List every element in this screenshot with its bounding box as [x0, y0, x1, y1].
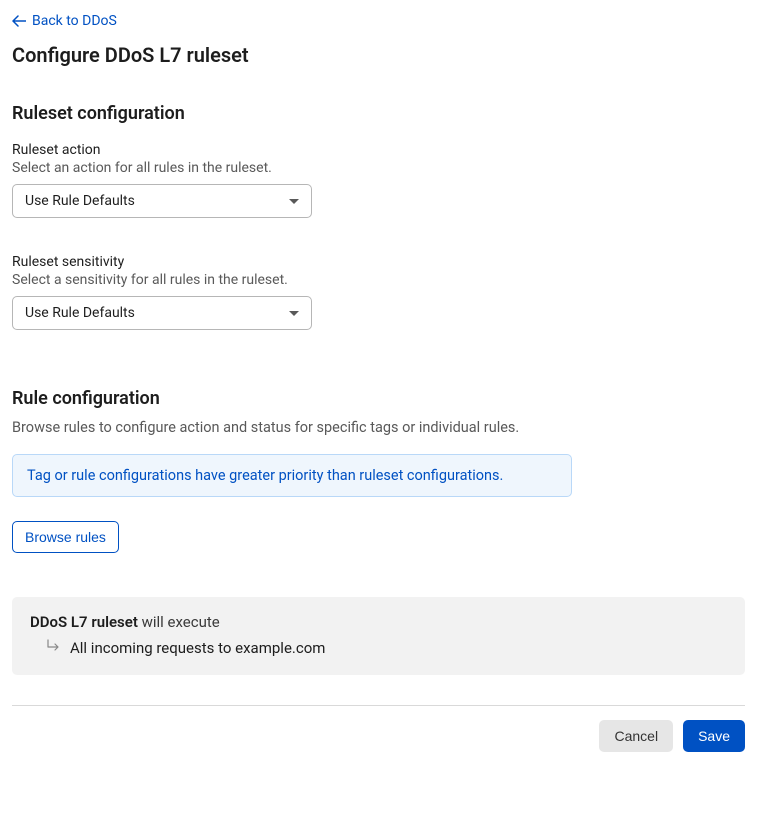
ruleset-action-value: Use Rule Defaults: [25, 193, 135, 209]
priority-info-banner: Tag or rule configurations have greater …: [12, 454, 572, 497]
ruleset-sensitivity-value: Use Rule Defaults: [25, 305, 135, 321]
ruleset-sensitivity-select[interactable]: Use Rule Defaults: [12, 296, 312, 330]
chevron-down-icon: [289, 199, 299, 204]
ruleset-config-heading: Ruleset configuration: [12, 103, 745, 124]
ruleset-sensitivity-help: Select a sensitivity for all rules in th…: [12, 272, 312, 288]
ruleset-action-label: Ruleset action: [12, 142, 745, 158]
execution-summary-box: DDoS L7 ruleset will execute All incomin…: [12, 597, 745, 675]
rule-config-description: Browse rules to configure action and sta…: [12, 419, 745, 436]
page-title: Configure DDoS L7 ruleset: [12, 43, 745, 67]
ruleset-sensitivity-field: Ruleset sensitivity Select a sensitivity…: [12, 254, 745, 330]
sub-arrow-icon: [46, 639, 60, 657]
footer-divider: [12, 705, 745, 706]
chevron-down-icon: [289, 311, 299, 316]
execution-line: All incoming requests to example.com: [30, 639, 727, 657]
execution-target-text: All incoming requests to example.com: [70, 639, 325, 657]
back-link-label: Back to DDoS: [32, 13, 117, 29]
save-button[interactable]: Save: [683, 720, 745, 752]
footer-actions: Cancel Save: [12, 720, 745, 752]
execution-ruleset-name: DDoS L7 ruleset: [30, 613, 138, 631]
execution-suffix: will execute: [138, 613, 220, 631]
browse-rules-button[interactable]: Browse rules: [12, 521, 119, 553]
ruleset-action-help: Select an action for all rules in the ru…: [12, 160, 312, 176]
cancel-button[interactable]: Cancel: [599, 720, 673, 752]
rule-config-heading: Rule configuration: [12, 388, 745, 409]
execution-heading: DDoS L7 ruleset will execute: [30, 613, 727, 631]
back-to-ddos-link[interactable]: Back to DDoS: [12, 13, 117, 29]
arrow-left-icon: [12, 15, 26, 27]
ruleset-action-select[interactable]: Use Rule Defaults: [12, 184, 312, 218]
ruleset-sensitivity-label: Ruleset sensitivity: [12, 254, 745, 270]
ruleset-action-field: Ruleset action Select an action for all …: [12, 142, 745, 218]
